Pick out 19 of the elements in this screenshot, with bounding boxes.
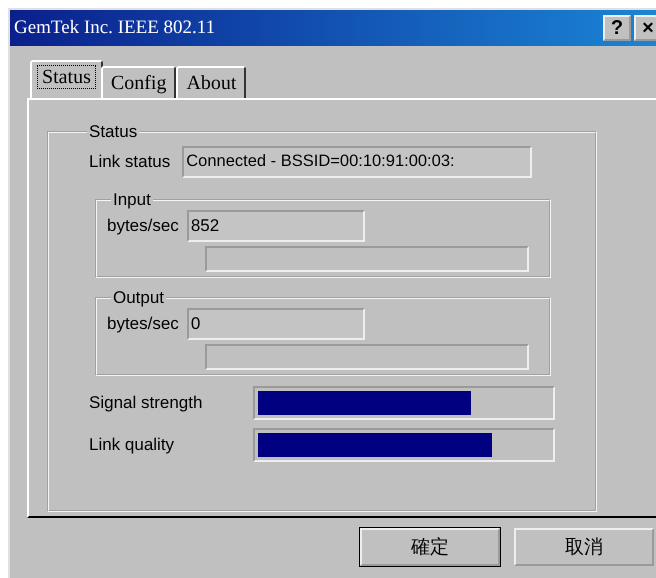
bytes-field: 852 bbox=[186, 210, 365, 242]
dialog-button[interactable]: 確定 bbox=[360, 528, 500, 566]
close-button[interactable]: × bbox=[634, 15, 656, 41]
group-title: Status bbox=[88, 122, 138, 142]
group-title: Output bbox=[112, 288, 166, 308]
field-label: bytes/sec bbox=[107, 216, 179, 236]
help-button[interactable]: ? bbox=[603, 15, 631, 41]
field-label: bytes/sec bbox=[107, 314, 179, 334]
tab[interactable]: Status bbox=[30, 60, 103, 98]
group-title: Input bbox=[112, 190, 152, 210]
tab[interactable]: Config bbox=[100, 66, 176, 98]
window-title: GemTek Inc. IEEE 802.11 bbox=[14, 17, 216, 39]
dialog-button[interactable]: 取消 bbox=[514, 528, 654, 566]
meter-label: Link quality bbox=[89, 435, 176, 455]
bytes-field: 0 bbox=[186, 308, 365, 340]
field-label: Link status bbox=[89, 152, 170, 172]
meter-label: Signal strength bbox=[89, 393, 204, 413]
tab[interactable]: About bbox=[176, 66, 246, 98]
link-status-field: Connected - BSSID=00:10:91:00:03: bbox=[182, 146, 532, 178]
